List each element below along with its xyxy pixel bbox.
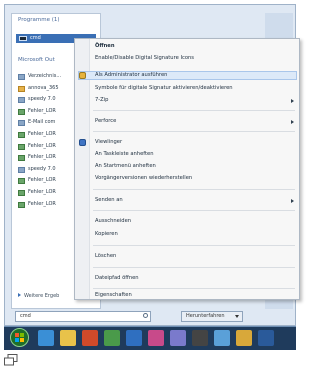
chevron-down-icon[interactable]: [235, 315, 239, 318]
shutdown-button[interactable]: Herunterfahren: [181, 311, 243, 322]
program-item-label: cmd: [30, 35, 41, 41]
menu-separator: [93, 267, 295, 268]
expand-image-icon[interactable]: [4, 354, 18, 366]
app-icon[interactable]: [148, 330, 164, 346]
more-results-link[interactable]: Weitere Ergeb: [18, 293, 59, 299]
more-results-label: Weitere Ergeb: [24, 293, 60, 299]
menu-item-cut[interactable]: Ausschneiden: [95, 218, 131, 224]
search-input[interactable]: cmd: [15, 311, 151, 322]
menu-item-perforce[interactable]: Perforce: [95, 118, 116, 124]
menu-item-delete[interactable]: Löschen: [95, 253, 116, 259]
list-item-label: Fehler_LOR: [28, 130, 56, 137]
spreadsheet-icon: [18, 131, 25, 138]
list-item-label: Fehler_LOR: [28, 107, 56, 114]
menu-item-enable-signature-icons[interactable]: Enable/Disable Digital Signature Icons: [95, 55, 194, 61]
submenu-arrow-icon: [291, 199, 294, 203]
start-button[interactable]: [10, 328, 29, 347]
arrow-right-icon: [18, 293, 21, 297]
file-icon: [18, 166, 25, 173]
menu-item-7zip[interactable]: 7-Zip: [95, 97, 108, 103]
clear-search-icon[interactable]: [143, 313, 148, 318]
documents-header: Microsoft Out: [18, 57, 55, 63]
spreadsheet-icon: [18, 143, 25, 150]
media-player-icon[interactable]: [82, 330, 98, 346]
menu-item-pin-taskbar[interactable]: An Taskleiste anheften: [95, 151, 154, 157]
file-icon: [18, 97, 25, 104]
menu-separator: [93, 210, 295, 211]
spreadsheet-icon: [18, 155, 25, 162]
menu-item-signature-symbols[interactable]: Symbole für digitale Signatur aktivieren…: [95, 85, 233, 91]
spreadsheet-icon: [18, 201, 25, 208]
list-item-label: Fehler_LOR: [28, 177, 56, 184]
menu-item-properties[interactable]: Eigenschaften: [95, 292, 132, 298]
spreadsheet-icon: [18, 178, 25, 185]
shutdown-label: Herunterfahren: [186, 313, 225, 319]
console-icon: [19, 36, 27, 41]
menu-separator: [93, 245, 295, 246]
list-item-label: annova_365: [28, 84, 59, 91]
list-item-label: Fehler_LOR: [28, 188, 56, 195]
spreadsheet-icon: [18, 189, 25, 196]
ie-icon[interactable]: [38, 330, 54, 346]
menu-item-pin-start[interactable]: An Startmenü anheften: [95, 163, 156, 169]
list-item-label: Fehler_LOR: [28, 200, 56, 207]
console-icon[interactable]: [192, 330, 208, 346]
mail-icon: [18, 120, 25, 127]
programs-header: Programme (1): [18, 17, 60, 23]
file-icon: [18, 85, 25, 92]
shield-icon: [79, 72, 86, 79]
submenu-arrow-icon: [291, 99, 294, 103]
app-icon: [79, 139, 86, 146]
outlook-icon[interactable]: [126, 330, 142, 346]
excel-icon[interactable]: [104, 330, 120, 346]
menu-separator: [93, 288, 295, 289]
app-icon[interactable]: [258, 330, 274, 346]
menu-item-send-to[interactable]: Senden an: [95, 197, 123, 203]
app-icon[interactable]: [170, 330, 186, 346]
list-item-label: Fehler_LOR: [28, 154, 56, 161]
explorer-icon[interactable]: [60, 330, 76, 346]
context-menu: Öffnen Enable/Disable Digital Signature …: [74, 38, 300, 300]
menu-item-restore-versions[interactable]: Vorgängerversionen wiederherstellen: [95, 175, 192, 181]
menu-item-viewlinger[interactable]: Viewlinger: [95, 139, 122, 145]
menu-item-copy[interactable]: Kopieren: [95, 231, 118, 237]
list-item-label: Fehler_LOR: [28, 142, 56, 149]
search-value: cmd: [20, 313, 31, 319]
app-icon[interactable]: [214, 330, 230, 346]
submenu-arrow-icon: [291, 120, 294, 124]
list-item-label: E-Mail com: [28, 119, 56, 126]
menu-separator: [93, 110, 295, 111]
folder-icon: [18, 74, 25, 80]
list-item-label: Verzeichnis...: [28, 73, 62, 79]
taskbar: [4, 326, 296, 350]
menu-item-run-as-admin[interactable]: Als Administrator ausführen: [95, 72, 167, 78]
list-item-label: speedy 7.0: [28, 96, 56, 103]
list-item-label: speedy 7.0: [28, 165, 56, 172]
windows-logo-icon: [15, 333, 19, 337]
menu-separator: [93, 131, 295, 132]
menu-item-open[interactable]: Öffnen: [95, 43, 115, 49]
menu-separator: [93, 189, 295, 190]
spreadsheet-icon: [18, 108, 25, 115]
menu-item-open-file-location[interactable]: Dateipfad öffnen: [95, 275, 139, 281]
app-icon[interactable]: [236, 330, 252, 346]
